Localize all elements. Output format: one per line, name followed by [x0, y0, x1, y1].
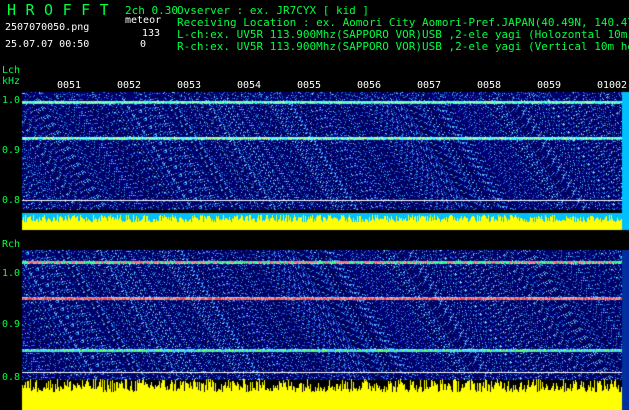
- rch-tick-0-8: 0.8: [2, 372, 21, 383]
- observer-line: Ovserver : ex. JR7CYX [ kid ]: [177, 4, 370, 17]
- hrofft-window: HROFFT 2ch 0.30 2507070050.png 25.07.07 …: [0, 0, 629, 410]
- khz-label: kHz: [2, 76, 21, 87]
- filename: 2507070050.png: [5, 22, 90, 33]
- rch-tick-0-9: 0.9: [2, 319, 21, 330]
- time-tick: 0055: [297, 80, 322, 91]
- time-tick: 0056: [357, 80, 382, 91]
- datetime: 25.07.07 00:50: [5, 39, 90, 50]
- time-tick: 0053: [177, 80, 202, 91]
- app-title: HROFFT: [7, 1, 119, 19]
- time-tick: 0059: [537, 80, 562, 91]
- time-tick: 2: [621, 80, 628, 91]
- time-tick: 0051: [57, 80, 82, 91]
- time-tick: 0058: [477, 80, 502, 91]
- lch-info-line: L-ch:ex. UV5R 113.900Mhz(SAPPORO VOR)USB…: [177, 28, 629, 41]
- lch-tick-0-8: 0.8: [2, 195, 21, 206]
- rch-info-line: R-ch:ex. UV5R 113.900Mhz(SAPPORO VOR)USB…: [177, 40, 629, 53]
- rch-count: 0: [140, 39, 147, 50]
- location-line: Receiving Location : ex. Aomori City Aom…: [177, 16, 629, 29]
- time-tick: 0057: [417, 80, 442, 91]
- category-label: meteor: [125, 15, 162, 26]
- time-tick: 0100: [597, 80, 622, 91]
- time-tick: 0052: [117, 80, 142, 91]
- rch-label: Rch: [2, 239, 21, 250]
- time-tick: 0054: [237, 80, 262, 91]
- lch-tick-0-9: 0.9: [2, 145, 21, 156]
- lch-label: Lch: [2, 65, 21, 76]
- rch-tick-1-0: 1.0: [2, 268, 21, 279]
- lch-tick-1-0: 1.0: [2, 95, 21, 106]
- spectrogram-canvas: [0, 0, 629, 410]
- lch-count: 133: [142, 28, 161, 39]
